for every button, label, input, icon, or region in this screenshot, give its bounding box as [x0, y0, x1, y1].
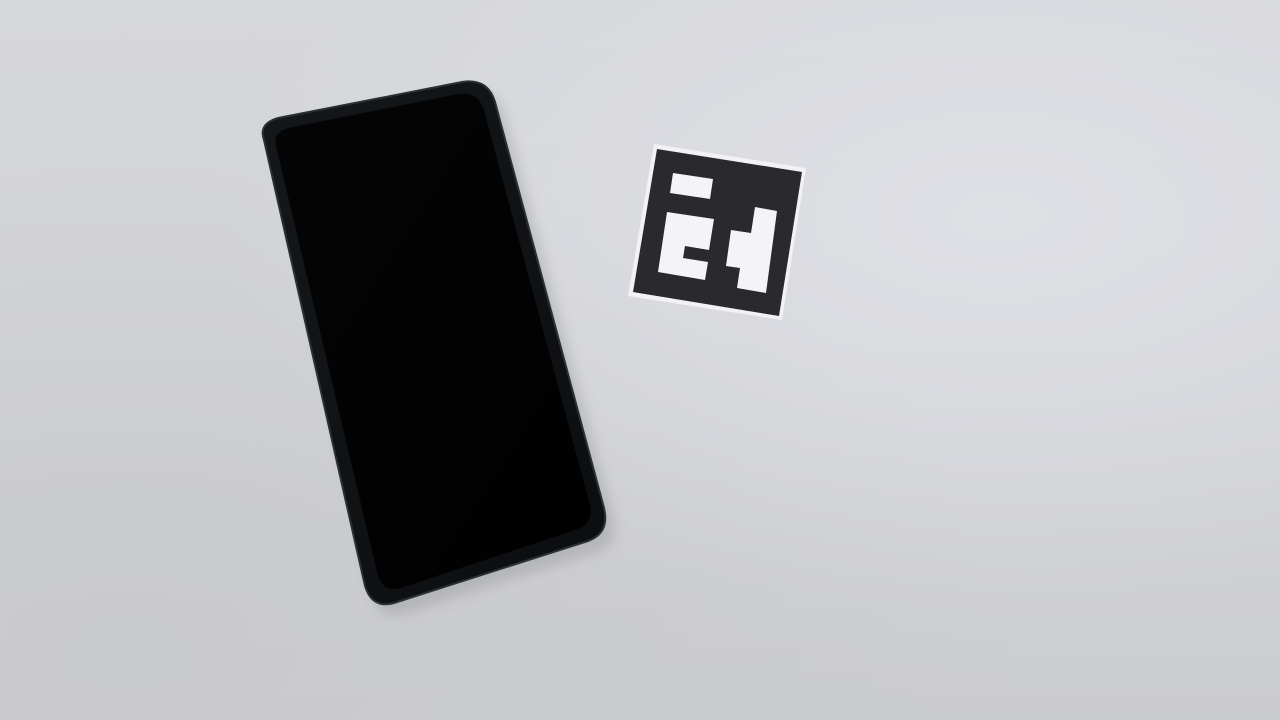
photo-scene [0, 0, 1280, 720]
marker-cell [658, 212, 714, 280]
aruco-marker [628, 144, 806, 320]
smartphone-screen [275, 93, 591, 590]
marker-border [633, 149, 802, 316]
scene-drawing [261, 80, 806, 616]
smartphone [261, 80, 615, 616]
